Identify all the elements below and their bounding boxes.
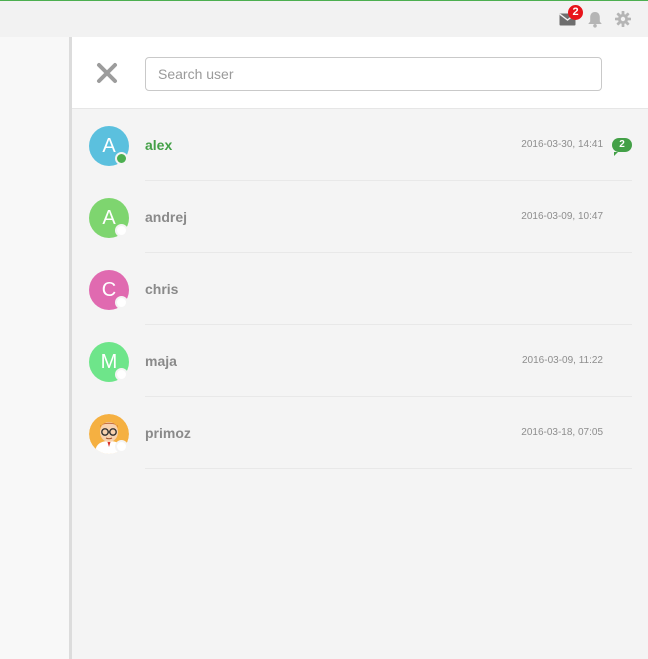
user-name: alex: [145, 137, 173, 153]
user-name: chris: [145, 281, 179, 297]
left-pane: [0, 37, 69, 659]
top-bar: 2: [0, 0, 648, 37]
last-message-time: 2016-03-09, 10:47: [521, 211, 603, 222]
user-row-maja[interactable]: M maja 2016-03-09, 11:22: [72, 325, 648, 397]
mail-badge: 2: [568, 5, 583, 20]
unread-message-badge: 2: [612, 138, 632, 156]
offline-status-dot: [115, 296, 128, 309]
offline-status-dot: [115, 224, 128, 237]
mail-icon[interactable]: 2: [558, 5, 583, 28]
last-message-time: 2016-03-30, 14:41: [521, 139, 603, 150]
user-row-andrej[interactable]: A andrej 2016-03-09, 10:47: [72, 181, 648, 253]
offline-status-dot: [115, 440, 128, 453]
offline-status-dot: [115, 368, 128, 381]
panel-header: [72, 37, 648, 109]
close-icon[interactable]: [96, 62, 118, 84]
user-name: primoz: [145, 425, 191, 441]
last-message-time: 2016-03-18, 07:05: [521, 427, 603, 438]
user-row-alex[interactable]: A alex 2016-03-30, 14:41 2: [72, 109, 648, 181]
user-search-panel: A alex 2016-03-30, 14:41 2 A andrej 2016…: [72, 37, 648, 659]
search-input[interactable]: [145, 57, 602, 91]
chat-bubble-icon: 2: [612, 138, 632, 152]
user-name: maja: [145, 353, 177, 369]
user-row-chris[interactable]: C chris: [72, 253, 648, 325]
top-icons: 2: [558, 5, 632, 28]
user-name: andrej: [145, 209, 188, 225]
user-list: A alex 2016-03-30, 14:41 2 A andrej 2016…: [72, 109, 648, 469]
user-row-primoz[interactable]: primoz 2016-03-18, 07:05: [72, 397, 648, 469]
online-status-dot: [115, 152, 128, 165]
last-message-time: 2016-03-09, 11:22: [522, 355, 603, 366]
gear-icon[interactable]: [614, 10, 632, 28]
bell-icon[interactable]: [586, 10, 604, 28]
